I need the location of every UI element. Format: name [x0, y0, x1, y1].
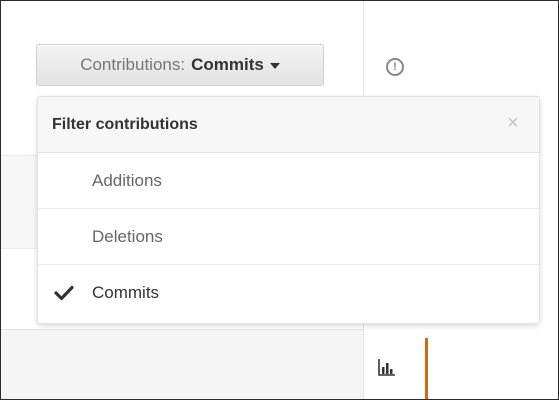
contributions-value: Commits	[191, 55, 264, 74]
menu-item-label: Commits	[92, 283, 160, 302]
menu-item-commits[interactable]: Commits	[38, 265, 539, 321]
menu-item-label: Deletions	[92, 226, 163, 246]
menu-item-deletions[interactable]: Deletions	[38, 209, 539, 265]
contributions-dropdown-button[interactable]: Contributions: Commits	[36, 44, 324, 86]
menu-item-additions[interactable]: Additions	[38, 153, 539, 209]
menu-header: Filter contributions ×	[38, 97, 539, 153]
filter-contributions-menu: Filter contributions × Additions Deletio…	[37, 96, 540, 324]
caret-down-icon	[269, 63, 280, 69]
menu-title: Filter contributions	[52, 115, 198, 133]
bar-chart-icon	[378, 358, 396, 376]
menu-item-label: Additions	[92, 170, 162, 190]
window-frame: Contributions: Commits ! Filter contribu…	[0, 0, 559, 400]
close-icon[interactable]: ×	[505, 113, 521, 133]
checkmark-icon	[54, 283, 74, 303]
graph-tab[interactable]	[364, 338, 428, 399]
alert-circle-icon[interactable]: !	[386, 58, 404, 76]
alert-glyph: !	[393, 61, 397, 73]
contributions-label: Contributions:	[80, 55, 186, 74]
